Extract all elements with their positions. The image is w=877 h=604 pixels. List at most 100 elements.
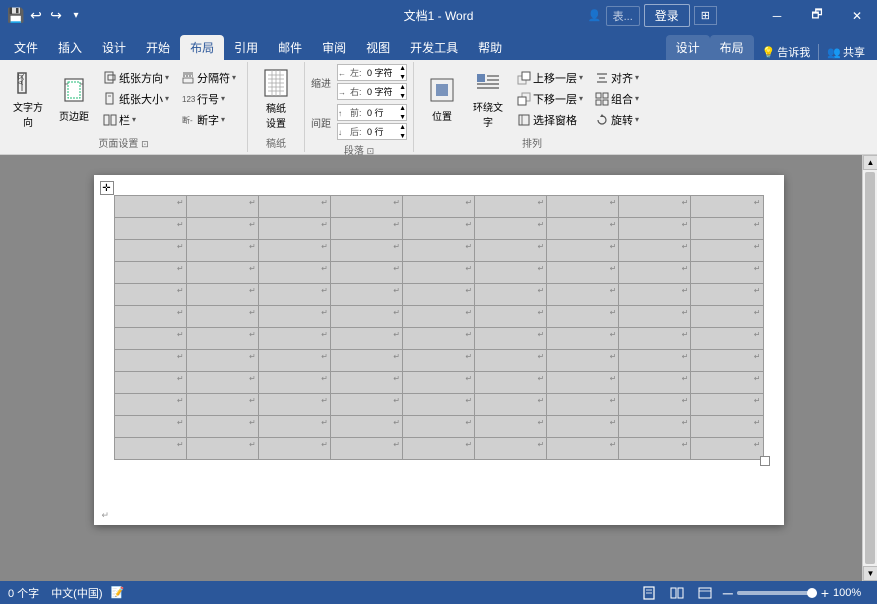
table-cell[interactable] (619, 328, 691, 350)
tab-view[interactable]: 视图 (356, 35, 400, 60)
table-cell[interactable] (186, 196, 258, 218)
text-direction-button[interactable]: A文 文字方向 (6, 70, 50, 128)
table-cell[interactable] (402, 372, 474, 394)
table-cell[interactable] (547, 196, 619, 218)
table-cell[interactable] (258, 372, 330, 394)
page-setup-expand[interactable]: ⊡ (141, 139, 149, 149)
align-button[interactable]: 对齐 ▾ (590, 68, 644, 88)
close-button[interactable]: ✕ (837, 0, 877, 31)
table-cell[interactable] (402, 218, 474, 240)
tab-help[interactable]: 帮助 (468, 35, 512, 60)
table-cell[interactable] (619, 372, 691, 394)
table-cell[interactable] (475, 284, 547, 306)
table-cell[interactable] (114, 372, 186, 394)
table-cell[interactable] (114, 350, 186, 372)
table-cell[interactable] (114, 284, 186, 306)
tell-me-button[interactable]: 💡 告诉我 (754, 44, 819, 60)
table-cell[interactable] (258, 196, 330, 218)
table-cell[interactable] (475, 350, 547, 372)
table-cell[interactable] (258, 306, 330, 328)
table-cell[interactable] (547, 284, 619, 306)
table-resize-handle[interactable] (760, 456, 770, 466)
zoom-in-button[interactable]: + (821, 585, 829, 601)
table-cell[interactable] (186, 306, 258, 328)
share-tab-button[interactable]: 👥 共享 (818, 44, 873, 60)
table-cell[interactable] (475, 262, 547, 284)
table-cell[interactable] (691, 328, 763, 350)
table-cell[interactable] (547, 438, 619, 460)
line-num-button[interactable]: 123 行号 ▾ (176, 89, 241, 109)
table-cell[interactable] (330, 394, 402, 416)
table-cell[interactable] (330, 284, 402, 306)
spacing-after-spinner[interactable]: ▲▼ (399, 123, 406, 141)
position-button[interactable]: 位置 (420, 70, 464, 128)
minimize-button[interactable]: ─ (757, 0, 797, 31)
table-cell[interactable] (186, 438, 258, 460)
bring-forward-button[interactable]: 上移一层 ▾ (512, 68, 588, 88)
scroll-thumb[interactable] (865, 172, 875, 564)
table-cell[interactable] (475, 372, 547, 394)
table-cell[interactable] (114, 306, 186, 328)
table-cell[interactable] (258, 394, 330, 416)
paper-size-button[interactable]: 纸张大小 ▾ (98, 89, 174, 109)
table-cell[interactable] (475, 328, 547, 350)
tab-design[interactable]: 设计 (92, 35, 136, 60)
table-cell[interactable] (114, 218, 186, 240)
table-cell[interactable] (402, 240, 474, 262)
window-icon[interactable]: ⊞ (694, 6, 717, 25)
read-mode-button[interactable] (667, 585, 687, 601)
zoom-slider-thumb[interactable] (807, 588, 817, 598)
zoom-level[interactable]: 100% (833, 587, 869, 599)
table-cell[interactable] (547, 306, 619, 328)
tab-layout[interactable]: 布局 (180, 35, 224, 60)
word-table[interactable] (114, 195, 764, 460)
table-cell[interactable] (547, 218, 619, 240)
table-cell[interactable] (114, 438, 186, 460)
table-cell[interactable] (619, 438, 691, 460)
tab-review[interactable]: 审阅 (312, 35, 356, 60)
table-cell[interactable] (619, 240, 691, 262)
margins-button[interactable]: 页边距 (52, 70, 96, 128)
table-cell[interactable] (258, 218, 330, 240)
table-cell[interactable] (186, 350, 258, 372)
table-cell[interactable] (619, 306, 691, 328)
spacing-before-spinner[interactable]: ▲▼ (399, 104, 406, 122)
table-cell[interactable] (691, 394, 763, 416)
table-cell[interactable] (330, 306, 402, 328)
scroll-down-button[interactable]: ▼ (863, 566, 877, 581)
table-cell[interactable] (691, 196, 763, 218)
table-cell[interactable] (691, 416, 763, 438)
table-cell[interactable] (258, 262, 330, 284)
table-cell[interactable] (475, 416, 547, 438)
columns-button[interactable]: 栏 ▾ (98, 110, 174, 130)
table-cell[interactable] (691, 262, 763, 284)
draft-config-button[interactable]: 稿纸 设置 (254, 70, 298, 128)
table-cell[interactable] (402, 306, 474, 328)
table-cell[interactable] (691, 218, 763, 240)
table-cell[interactable] (402, 416, 474, 438)
table-cell[interactable] (258, 438, 330, 460)
redo-icon[interactable]: ↪ (48, 8, 64, 24)
zoom-out-button[interactable]: ─ (723, 585, 733, 601)
table-cell[interactable] (402, 350, 474, 372)
table-cell[interactable] (186, 262, 258, 284)
table-cell[interactable] (114, 196, 186, 218)
table-cell[interactable] (619, 350, 691, 372)
table-cell[interactable] (691, 438, 763, 460)
table-cell[interactable] (186, 240, 258, 262)
table-cell[interactable] (475, 306, 547, 328)
table-cell[interactable] (114, 416, 186, 438)
table-cell[interactable] (258, 284, 330, 306)
login-button[interactable]: 登录 (644, 4, 690, 27)
undo-icon[interactable]: ↩ (28, 8, 44, 24)
table-cell[interactable] (402, 262, 474, 284)
table-cell[interactable] (258, 328, 330, 350)
table-cell[interactable] (330, 438, 402, 460)
table-cell[interactable] (186, 218, 258, 240)
tab-developer[interactable]: 开发工具 (400, 35, 468, 60)
wrap-text-button[interactable]: 环绕文字 (466, 70, 510, 128)
table-cell[interactable] (619, 284, 691, 306)
table-cell[interactable] (330, 240, 402, 262)
web-layout-button[interactable] (695, 585, 715, 601)
table-cell[interactable] (547, 240, 619, 262)
